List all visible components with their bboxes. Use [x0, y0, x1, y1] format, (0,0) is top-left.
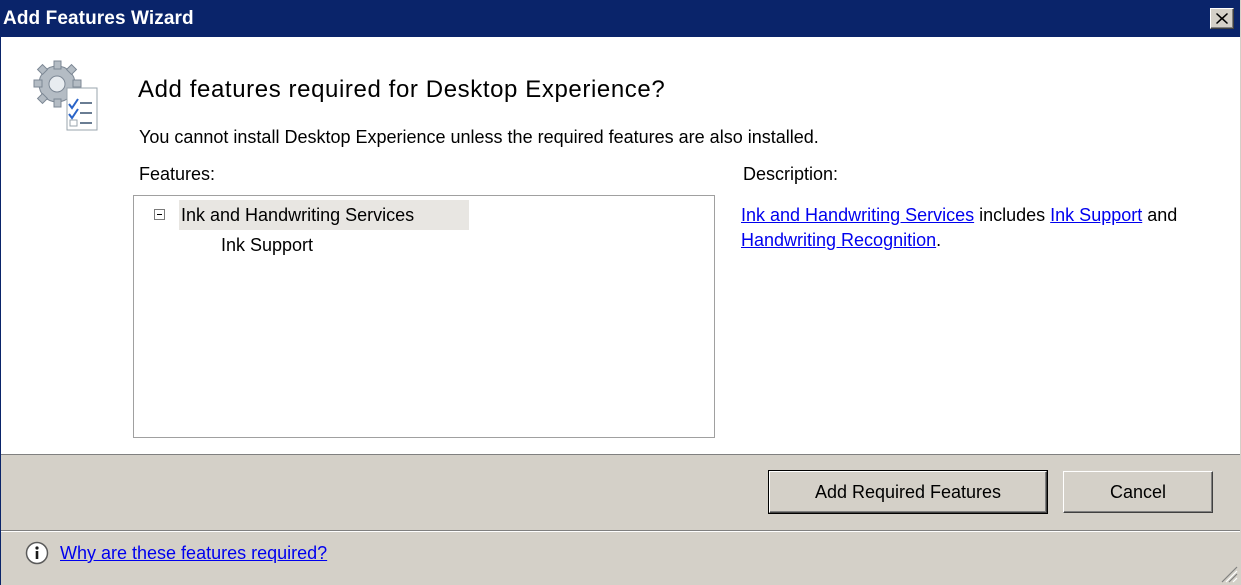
description-label: Description: [743, 164, 839, 184]
tree-item-label[interactable]: Ink and Handwriting Services [179, 200, 469, 230]
tree-item-ink-support[interactable]: Ink Support [221, 235, 313, 256]
description-text: includes [974, 205, 1051, 225]
add-features-wizard-window: Add Features Wizard Add features require… [0, 0, 1241, 585]
footer-divider [1, 530, 1240, 532]
add-required-features-button[interactable]: Add Required Features [768, 470, 1048, 514]
link-handwriting-recognition[interactable]: Handwriting Recognition [741, 230, 936, 250]
description-text: and [1142, 205, 1178, 225]
info-icon [25, 541, 49, 565]
dialog-heading: Add features required for Desktop Experi… [138, 76, 666, 103]
close-button[interactable] [1210, 8, 1234, 29]
title-bar[interactable]: Add Features Wizard [1, 0, 1240, 37]
why-features-required-link[interactable]: Why are these features required? [60, 543, 327, 564]
features-tree[interactable]: Ink and Handwriting Services Ink Support [133, 195, 715, 438]
window-title: Add Features Wizard [3, 8, 194, 29]
wizard-checklist-gear-icon [33, 60, 98, 131]
link-ink-and-handwriting-services[interactable]: Ink and Handwriting Services [741, 205, 974, 225]
dialog-subtitle: You cannot install Desktop Experience un… [139, 127, 819, 147]
features-label: Features: [139, 164, 216, 184]
tree-collapse-icon[interactable] [154, 209, 165, 220]
description-text: . [936, 230, 942, 250]
close-icon [1216, 13, 1228, 24]
feature-description: Ink and Handwriting Services includes In… [741, 203, 1181, 253]
resize-grip-icon[interactable] [1218, 563, 1238, 583]
link-ink-support[interactable]: Ink Support [1050, 205, 1142, 225]
cancel-button[interactable]: Cancel [1063, 471, 1213, 513]
dialog-footer: Add Required Features Cancel Why are the… [1, 455, 1240, 585]
